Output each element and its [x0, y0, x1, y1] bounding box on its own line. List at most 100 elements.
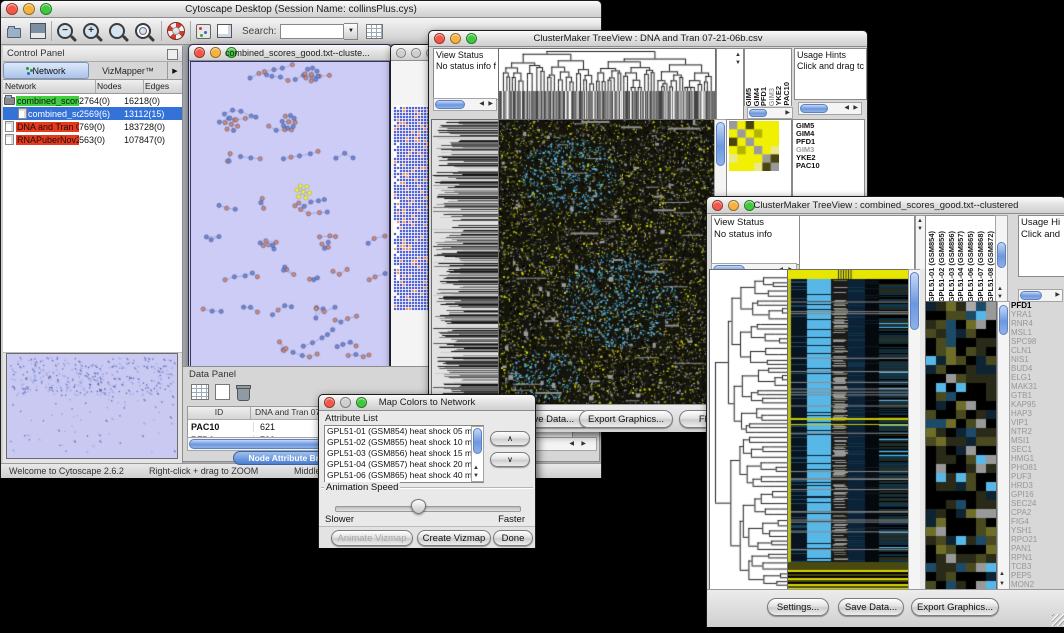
scroll-right-icon[interactable]: ▶	[488, 100, 493, 108]
scroll-left-icon[interactable]: ◀	[844, 104, 849, 112]
vizmap-icon[interactable]	[196, 24, 211, 39]
gene-label: PEP5	[1011, 571, 1063, 580]
column-labels-vscrollbar[interactable]: ▲ ▼	[995, 215, 1008, 303]
done-button[interactable]: Done	[493, 530, 533, 546]
attribute-table-icon[interactable]	[366, 24, 383, 39]
zoom-fit-icon[interactable]	[135, 23, 151, 39]
resize-grip[interactable]	[1052, 614, 1064, 626]
scroll-right-icon[interactable]: ▶	[1055, 291, 1060, 299]
table-col-id[interactable]: ID	[188, 407, 251, 419]
network-list-row-selected[interactable]: combined_sco 2569(6) 13112(15)	[3, 107, 182, 120]
tab-vizmapper[interactable]: VizMapper™	[89, 62, 167, 79]
zoom-in-icon[interactable]: +	[83, 23, 99, 39]
move-down-button[interactable]: ∨	[490, 452, 530, 467]
global-heatmap-canvas[interactable]	[498, 119, 715, 406]
animation-speed-label: Animation Speed	[324, 482, 400, 493]
create-vizmap-button[interactable]: Create Vizmap	[417, 530, 491, 546]
attribute-list-item[interactable]: GPL51-03 (GSM856) heat shock 15 min	[327, 448, 483, 459]
column-dendrogram-panel[interactable]	[799, 215, 915, 271]
column-label: GPL51-01 (GSM854)	[927, 231, 936, 302]
scroll-up-icon[interactable]: ▲	[735, 51, 741, 59]
scroll-up-icon[interactable]: ▲	[473, 464, 479, 472]
save-data-button[interactable]: Save Data...	[838, 598, 904, 616]
help-ring-icon[interactable]	[167, 22, 185, 40]
save-icon[interactable]	[30, 23, 46, 39]
data-panel-title: Data Panel	[189, 369, 236, 380]
view-status-scrollbar[interactable]: ◀ ▶	[433, 98, 497, 111]
network-list-row[interactable]: RNAPuberNov2+ 563(0) 107847(0)	[3, 133, 182, 146]
scroll-left-icon[interactable]: ◀	[569, 440, 574, 448]
col-header-edges[interactable]: Edges	[144, 80, 182, 93]
attribute-list-item[interactable]: GPL51-04 (GSM857) heat shock 20 min	[327, 459, 483, 470]
column-label: GPL51-03 (GSM856)	[947, 231, 956, 302]
gene-label: MAK31	[1011, 382, 1063, 391]
row-dendrogram-canvas[interactable]	[431, 119, 499, 406]
zoom-out-icon[interactable]: −	[57, 23, 73, 39]
scroll-down-icon[interactable]: ▼	[473, 472, 479, 480]
attribute-select-icon[interactable]	[191, 384, 209, 400]
scroll-up-icon[interactable]: ▲	[917, 217, 923, 225]
scroll-down-icon[interactable]: ▼	[999, 580, 1005, 588]
row-dendrogram-canvas[interactable]	[709, 269, 789, 591]
delete-attribute-icon[interactable]	[237, 387, 250, 401]
birds-eye-navigator[interactable]	[6, 353, 178, 459]
zoom-vscrollbar[interactable]: ▲ ▼	[997, 301, 1010, 591]
minimize-icon[interactable]	[411, 48, 421, 58]
dialog-title-bar[interactable]: Map Colors to Network	[319, 395, 535, 411]
column-label: GPL51-06 (GSM865)	[966, 231, 975, 302]
main-title-bar[interactable]: Cytoscape Desktop (Session Name: collins…	[1, 1, 601, 18]
scroll-right-icon[interactable]: ▶	[581, 440, 586, 448]
new-attribute-icon[interactable]	[215, 384, 230, 400]
scroll-down-icon[interactable]: ▼	[997, 293, 1003, 301]
scroll-right-icon[interactable]: ▶	[853, 104, 858, 112]
animate-vizmap-button[interactable]: Animate Vizmap	[331, 530, 413, 546]
treeview2-title-bar[interactable]: ClusterMaker TreeView : combined_scores_…	[707, 197, 1064, 214]
annotation-icon[interactable]	[217, 24, 232, 38]
scroll-right-icon[interactable]: ▶	[785, 109, 790, 117]
usage-hints-scrollbar[interactable]: ◀ ▶	[798, 102, 862, 115]
attribute-list-item[interactable]: GPL51-02 (GSM855) heat shock 10 min	[327, 437, 483, 448]
global-heatmap-canvas[interactable]	[787, 269, 909, 591]
export-graphics-button[interactable]: Export Graphics...	[579, 410, 673, 428]
column-dendrogram-canvas[interactable]	[498, 48, 716, 121]
scroll-down-icon[interactable]: ▼	[917, 225, 923, 233]
zoom-matrix-canvas[interactable]	[729, 121, 779, 171]
treeview1-title-bar[interactable]: ClusterMaker TreeView : DNA and Tran 07-…	[429, 31, 867, 47]
search-dropdown-button[interactable]: ▼	[344, 23, 358, 40]
attribute-list[interactable]: GPL51-01 (GSM854) heat shock 05 minGPL51…	[324, 425, 484, 483]
network-canvas[interactable]	[190, 61, 390, 367]
settings-button[interactable]: Settings...	[767, 598, 829, 616]
gene-label: PAN1	[1011, 544, 1063, 553]
export-graphics-button[interactable]: Export Graphics...	[911, 598, 999, 616]
search-input[interactable]	[280, 24, 344, 39]
minimize-icon[interactable]	[210, 47, 221, 58]
attribute-list-item[interactable]: GPL51-06 (GSM865) heat shock 40 min	[327, 470, 483, 481]
close-icon[interactable]	[396, 48, 406, 58]
scroll-down-icon[interactable]: ▼	[735, 59, 741, 67]
speed-slider-track[interactable]	[335, 506, 521, 512]
network-list-row[interactable]: DNA and Tran 07 769(0) 183728(0)	[3, 120, 182, 133]
zoom-hscrollbar[interactable]: ▶	[747, 107, 793, 119]
table-cell-id[interactable]: PAC10	[188, 422, 254, 432]
col-header-nodes[interactable]: Nodes	[96, 80, 144, 93]
network-list-row[interactable]: combined_scores 2764(0) 16218(0)	[3, 94, 182, 107]
zoom-actual-icon[interactable]	[109, 23, 125, 39]
matrix-column-labels: GIM5GIM4PFD1GIM3YKE2PAC10	[744, 48, 792, 106]
view-status-box: View Status No status info	[711, 215, 801, 265]
open-folder-icon[interactable]	[7, 28, 21, 38]
zoom-heatmap-canvas[interactable]	[925, 301, 997, 591]
scroll-left-icon[interactable]: ◀	[479, 100, 484, 108]
close-icon[interactable]	[194, 47, 205, 58]
attribute-list-vscrollbar[interactable]: ▲ ▼	[471, 426, 484, 482]
scroll-up-icon[interactable]: ▲	[997, 285, 1003, 293]
move-up-button[interactable]: ∧	[490, 431, 530, 446]
tab-overflow-button[interactable]: ▶	[167, 62, 182, 79]
network-list-empty-area[interactable]	[3, 147, 182, 353]
float-panel-icon[interactable]	[167, 49, 178, 60]
attribute-list-item[interactable]: GPL51-01 (GSM854) heat shock 05 min	[327, 426, 483, 437]
col-header-network[interactable]: Network	[3, 80, 96, 93]
network-view-title-bar[interactable]: combined_scores_good.txt--cluste...	[189, 45, 391, 61]
tab-network[interactable]: Network	[3, 62, 89, 79]
scroll-up-icon[interactable]: ▲	[999, 570, 1005, 578]
usage-hints-label: Usage Hints	[797, 50, 846, 60]
